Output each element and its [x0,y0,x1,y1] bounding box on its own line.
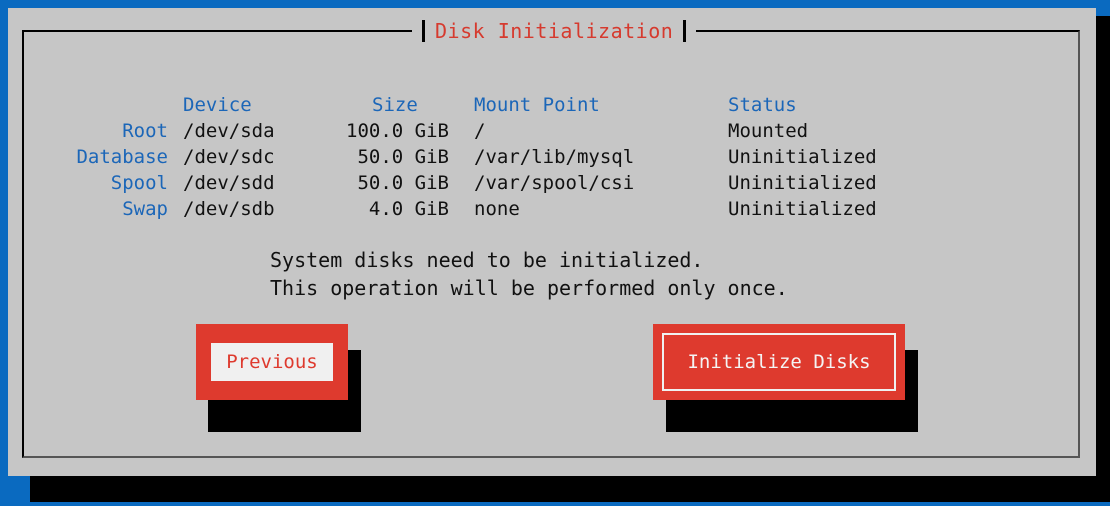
row-label: Database [76,146,168,168]
previous-button-face: Previous [211,343,333,381]
init-message: System disks need to be initialized. Thi… [8,246,1096,302]
row-mount-point: /var/spool/csi [474,172,635,194]
row-label: Root [122,120,168,142]
initialize-button-label: Initialize Disks [687,351,871,373]
dialog-shadow-side [1096,16,1110,502]
initialize-disks-button[interactable]: Initialize Disks [653,324,905,400]
row-device: /dev/sdb [183,198,275,220]
header-size: Size [372,94,418,116]
row-mount-point: none [474,198,520,220]
row-mount-point: / [474,120,486,142]
previous-button[interactable]: Previous [196,324,348,400]
row-status: Uninitialized [728,146,877,168]
row-label: Spool [110,172,168,194]
header-status: Status [728,94,797,116]
table-row: Spool /dev/sdd 50.0 GiB /var/spool/csi U… [8,170,1008,196]
row-status: Uninitialized [728,172,877,194]
dialog-shadow [30,476,1110,502]
dialog-title-bar: Disk Initialization [412,18,697,44]
disk-table: Device Size Mount Point Status Root /dev… [8,92,1008,222]
title-right-tick [683,20,687,42]
row-size: 50.0 GiB [357,146,449,168]
initialize-button-face: Initialize Disks [662,333,896,391]
table-header-row: Device Size Mount Point Status [8,92,1008,118]
table-row: Root /dev/sda 100.0 GiB / Mounted [8,118,1008,144]
row-device: /dev/sdd [183,172,275,194]
row-status: Mounted [728,120,809,142]
row-size: 4.0 GiB [368,198,449,220]
previous-button-label: Previous [226,351,318,373]
header-mount-point: Mount Point [474,94,600,116]
row-size: 100.0 GiB [346,120,449,142]
row-device: /dev/sda [183,120,275,142]
row-device: /dev/sdc [183,146,275,168]
message-line-2: This operation will be performed only on… [270,276,788,300]
title-left-tick [422,20,425,42]
row-size: 50.0 GiB [357,172,449,194]
dialog-title: Disk Initialization [435,19,674,43]
disk-initialization-dialog: Disk Initialization Device Size Mount Po… [8,8,1096,476]
header-device: Device [183,94,252,116]
message-line-1: System disks need to be initialized. [270,248,704,272]
table-row: Database /dev/sdc 50.0 GiB /var/lib/mysq… [8,144,1008,170]
row-mount-point: /var/lib/mysql [474,146,635,168]
row-label: Swap [122,198,168,220]
table-row: Swap /dev/sdb 4.0 GiB none Uninitialized [8,196,1008,222]
row-status: Uninitialized [728,198,877,220]
